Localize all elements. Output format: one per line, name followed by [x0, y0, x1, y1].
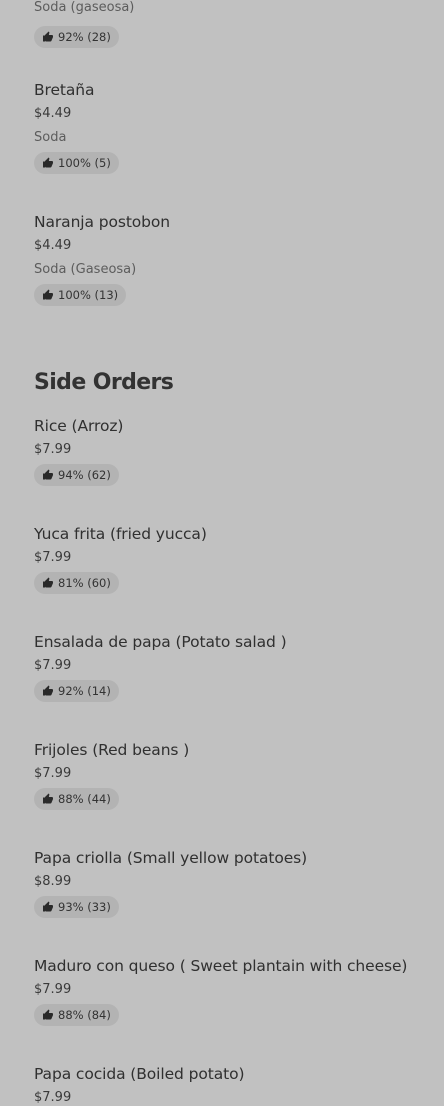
rating-badge: 92% (14): [34, 680, 119, 702]
thumbs-up-icon: [43, 1009, 53, 1020]
menu-item-ensalada-de-papa[interactable]: Ensalada de papa (Potato salad ) $7.99 9…: [34, 632, 444, 702]
item-description: Soda (gaseosa): [34, 0, 135, 15]
item-name: Naranja postobon: [34, 213, 171, 231]
rating-badge: 100% (13): [34, 284, 127, 306]
thumbs-up-icon: [43, 685, 53, 696]
rating-text: 100% (5): [58, 156, 111, 170]
item-price: $7.99: [34, 982, 72, 997]
rating-badge: 100% (5): [34, 152, 119, 174]
item-name: Papa cocida (Boiled potato): [34, 1065, 245, 1083]
item-description: Soda: [34, 130, 67, 145]
rating-badge: 92% (28): [34, 26, 119, 48]
thumbs-up-icon: [43, 793, 53, 804]
rating-text: 81% (60): [58, 576, 111, 590]
item-price: $7.99: [34, 658, 72, 673]
rating-text: 88% (44): [58, 792, 111, 806]
item-price: $7.99: [34, 550, 72, 565]
item-name: Bretaña: [34, 81, 95, 99]
rating-badge: 88% (44): [34, 788, 119, 810]
item-description: Soda (Gaseosa): [34, 262, 137, 277]
thumbs-up-icon: [43, 577, 53, 588]
item-price: $7.99: [34, 766, 72, 781]
menu-item-bretana[interactable]: Bretaña $4.49 Soda 100% (5): [34, 80, 444, 174]
rating-text: 100% (13): [58, 288, 119, 302]
item-name: Maduro con queso ( Sweet plantain with c…: [34, 957, 408, 975]
menu-item-frijoles[interactable]: Frijoles (Red beans ) $7.99 88% (44): [34, 740, 444, 810]
rating-text: 94% (62): [58, 468, 111, 482]
thumbs-up-icon: [43, 31, 53, 42]
item-price: $4.49: [34, 106, 72, 121]
rating-badge: 93% (33): [34, 896, 119, 918]
rating-text: 92% (28): [58, 30, 111, 44]
item-price: $4.49: [34, 238, 72, 253]
rating-text: 88% (84): [58, 1008, 111, 1022]
thumbs-up-icon: [43, 289, 53, 300]
menu-item-naranja-postobon[interactable]: Naranja postobon $4.49 Soda (Gaseosa) 10…: [34, 212, 444, 306]
rating-text: 93% (33): [58, 900, 111, 914]
rating-badge: 94% (62): [34, 464, 119, 486]
menu-item-papa-cocida[interactable]: Papa cocida (Boiled potato) $7.99: [34, 1064, 444, 1106]
menu-item-papa-criolla[interactable]: Papa criolla (Small yellow potatoes) $8.…: [34, 848, 444, 918]
item-name: Yuca frita (fried yucca): [34, 525, 207, 543]
section-title-side-orders: Side Orders: [34, 370, 174, 395]
rating-badge: 88% (84): [34, 1004, 119, 1026]
item-price: $7.99: [34, 442, 72, 457]
menu-item-yuca-frita[interactable]: Yuca frita (fried yucca) $7.99 81% (60): [34, 524, 444, 594]
rating-text: 92% (14): [58, 684, 111, 698]
thumbs-up-icon: [43, 469, 53, 480]
thumbs-up-icon: [43, 901, 53, 912]
thumbs-up-icon: [43, 157, 53, 168]
item-name: Ensalada de papa (Potato salad ): [34, 633, 287, 651]
item-name: Papa criolla (Small yellow potatoes): [34, 849, 308, 867]
item-name: Rice (Arroz): [34, 417, 124, 435]
menu-item-maduro-con-queso[interactable]: Maduro con queso ( Sweet plantain with c…: [34, 956, 444, 1026]
rating-badge: 81% (60): [34, 572, 119, 594]
item-price: $7.99: [34, 1090, 72, 1105]
item-price: $8.99: [34, 874, 72, 889]
menu-item-rice[interactable]: Rice (Arroz) $7.99 94% (62): [34, 416, 444, 486]
item-name: Frijoles (Red beans ): [34, 741, 190, 759]
